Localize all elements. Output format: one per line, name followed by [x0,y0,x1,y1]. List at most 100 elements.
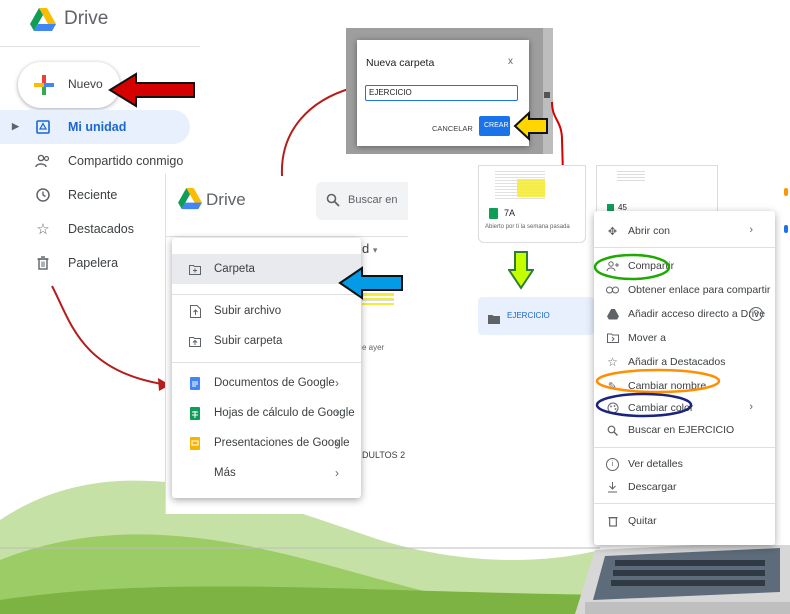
partial-header-label: d [362,241,370,256]
highlight-annotations [593,253,721,418]
new-item-menu: Carpeta Subir archivo Subir carpeta Docu… [172,238,361,498]
menu-item-view-details[interactable]: i Ver detalles [594,453,775,475]
chevron-right-icon: › [335,436,339,450]
star-icon: ☆ [36,221,50,238]
search-icon [326,193,340,212]
sidebar-item-shared-with-me[interactable]: Compartido conmigo [0,144,190,178]
search-icon [606,424,619,437]
create-button[interactable]: CREAR [479,116,510,136]
new-button[interactable]: Nuevo [18,62,120,108]
partial-file-time: e ayer [362,343,385,352]
drive-logo-icon [178,188,202,210]
menu-item-label: Subir carpeta [214,335,283,347]
file-subtitle: Abierto por ti la semana pasada [485,224,570,230]
orange-dot [784,188,788,196]
create-button-label: CREAR [484,122,509,129]
menu-item-label: Buscar en EJERCICIO [628,424,735,436]
chevron-right-icon: › [749,401,753,413]
google-slides-icon [188,436,202,450]
sidebar-item-trash[interactable]: Papelera [0,246,190,280]
drive-logo [178,188,202,210]
menu-item-open-with[interactable]: ✥ Abrir con › [594,220,775,242]
search-input: Buscar en [348,194,398,206]
folder-ejercicio[interactable]: EJERCICIO [478,297,594,335]
plus-icon [32,73,56,97]
header-divider [0,46,200,47]
chevron-right-icon: › [335,376,339,390]
sidebar-item-label: Reciente [68,188,118,202]
trash-icon [33,253,53,273]
folder-icon [488,311,500,329]
menu-divider [594,247,775,248]
file-card-partial[interactable]: 45 [596,165,718,213]
cancel-button[interactable]: CANCELAR [432,124,473,133]
menu-item-upload-file[interactable]: Subir archivo [172,296,361,326]
sidebar-item-label: Compartido conmigo [68,154,184,168]
upload-folder-icon [188,334,202,348]
sidebar-item-recent[interactable]: Reciente [0,178,190,212]
sidebar-item-my-drive[interactable]: ▶ Mi unidad [0,110,190,144]
file-card-7a[interactable]: 7A Abierto por ti la semana pasada [478,165,586,243]
menu-divider [172,362,361,363]
menu-item-label: Presentaciones de Google [214,437,350,449]
middle-app-title: Drive [206,190,246,209]
drive-logo [30,8,56,32]
folder-icon [544,92,550,98]
menu-item-label: Carpeta [214,263,255,275]
menu-item-download[interactable]: Descargar [594,476,775,498]
drive-logo-icon [30,8,56,31]
menu-item-google-docs[interactable]: Documentos de Google › [172,368,361,398]
menu-item-more[interactable]: Más › [172,458,361,488]
file-name: 7A [504,208,516,218]
menu-item-label: Documentos de Google [214,377,335,389]
menu-item-label: Abrir con [628,225,671,237]
curved-arrow-icon [51,285,170,391]
menu-item-label: Subir archivo [214,305,282,317]
new-folder-dialog: Nueva carpeta x EJERCICIO CANCELAR CREAR [357,40,529,146]
caret-down-icon: ▾ [372,245,378,255]
down-arrow-icon [508,251,534,290]
menu-item-google-slides[interactable]: Presentaciones de Google › [172,428,361,458]
menu-divider [594,503,775,504]
menu-item-google-sheets[interactable]: Hojas de cálculo de Google › [172,398,361,428]
folder-name-value: EJERCICIO [369,88,412,97]
menu-item-label: Ver detalles [628,458,683,470]
menu-item-remove[interactable]: Quitar [594,510,775,532]
menu-item-upload-folder[interactable]: Subir carpeta [172,326,361,356]
sidebar-item-label: Destacados [68,222,135,236]
blue-dot [784,225,788,233]
chevron-right-icon: › [335,466,339,480]
middle-header-divider [165,236,408,237]
blank-icon [188,466,202,480]
sidebar-item-label: Papelera [68,256,119,270]
google-docs-icon [188,376,202,390]
caret-right-icon: ▶ [12,121,19,131]
menu-item-search-in[interactable]: Buscar en EJERCICIO [594,419,775,441]
partial-file-name: DULTOS 2 [362,450,406,460]
upload-file-icon [188,304,202,318]
chevron-right-icon: › [335,406,339,420]
trash-icon [606,515,619,528]
info-icon: i [606,457,619,471]
folder-name-input[interactable]: EJERCICIO [365,85,518,101]
menu-item-folder[interactable]: Carpeta [172,254,361,284]
menu-item-label: Descargar [628,481,677,493]
sidebar-item-starred[interactable]: ☆ Destacados [0,212,190,246]
menu-item-label: Hojas de cálculo de Google [214,407,355,419]
sidebar-item-label: Mi unidad [68,120,127,134]
menu-item-label: Más [214,467,236,479]
blue-arrow-icon [338,266,403,300]
folder-name: EJERCICIO [507,311,550,320]
laptop-illustration [575,540,790,614]
partial-header-text: d ▾ [362,241,377,256]
google-sheets-icon [489,208,498,219]
move-arrows-icon: ✥ [607,225,618,238]
menu-divider [594,447,775,448]
search-bar[interactable]: Buscar en [316,182,408,220]
file-thumbnail [495,169,545,199]
app-title: Drive [64,8,109,29]
help-icon[interactable]: ? [749,307,763,321]
file-thumbnail [617,169,645,183]
close-icon[interactable]: x [508,56,513,67]
red-arrow-icon [108,72,195,108]
